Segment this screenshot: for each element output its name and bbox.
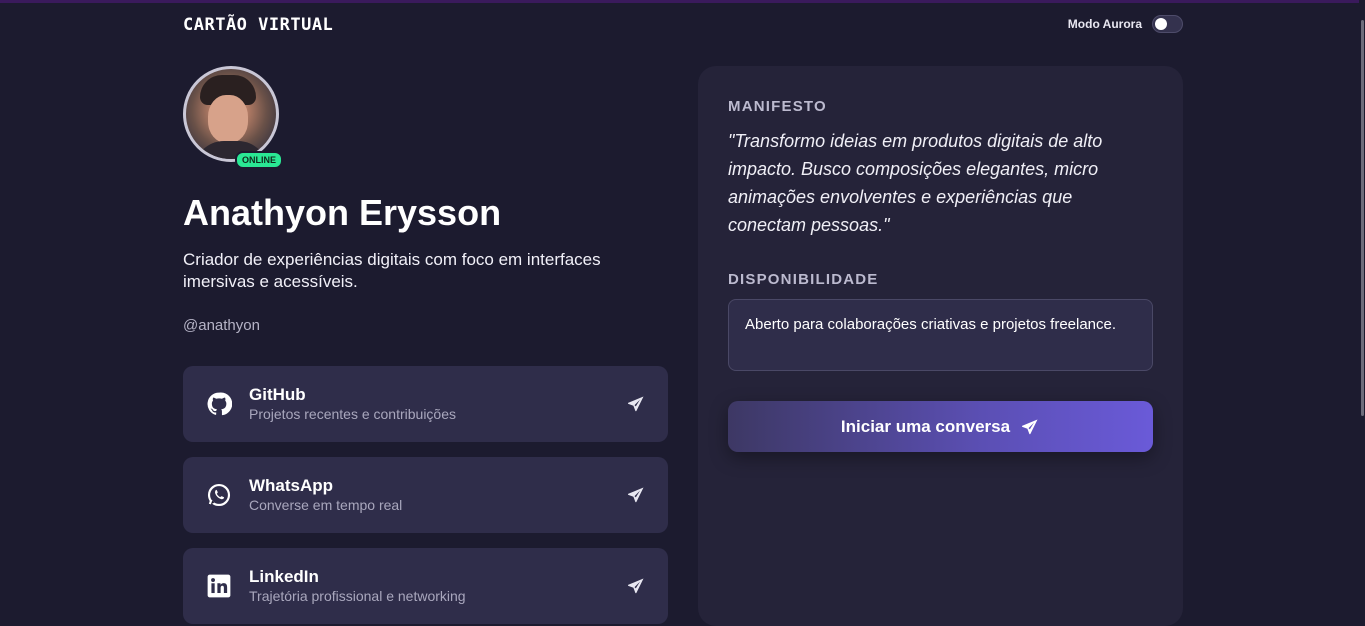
- profile-tagline: Criador de experiências digitais com foc…: [183, 250, 601, 291]
- top-accent-bar: [0, 0, 1365, 3]
- profile-name: Anathyon Erysson: [183, 192, 502, 233]
- avatar-container: ONLINE: [183, 66, 284, 169]
- github-icon: [205, 390, 233, 418]
- link-title: LinkedIn: [249, 567, 319, 586]
- link-card-linkedin[interactable]: LinkedIn Trajetória profissional e netwo…: [183, 548, 668, 624]
- status-badge: ONLINE: [235, 151, 284, 169]
- whatsapp-icon: [205, 481, 233, 509]
- switch-knob: [1155, 18, 1167, 30]
- link-card-github[interactable]: GitHub Projetos recentes e contribuições: [183, 366, 668, 442]
- availability-title: DISPONIBILIDADE: [728, 271, 879, 288]
- mode-switch[interactable]: [1152, 15, 1183, 33]
- send-icon: [627, 578, 644, 594]
- link-card-whatsapp[interactable]: WhatsApp Converse em tempo real: [183, 457, 668, 533]
- page-scrollbar[interactable]: [1359, 0, 1365, 608]
- send-icon: [1022, 419, 1038, 434]
- scrollbar-thumb[interactable]: [1361, 20, 1364, 416]
- send-icon: [627, 487, 644, 503]
- brand-title: CARTÃO VIRTUAL: [183, 15, 334, 35]
- link-subtitle: Projetos recentes e contribuições: [249, 406, 456, 422]
- linkedin-icon: [205, 572, 233, 600]
- profile-handle: @anathyon: [183, 317, 260, 334]
- info-panel: MANIFESTO "Transformo ideias em produtos…: [698, 66, 1183, 626]
- mode-label: Modo Aurora: [1067, 17, 1142, 31]
- send-icon: [627, 396, 644, 412]
- availability-box: Aberto para colaborações criativas e pro…: [728, 299, 1153, 371]
- avatar: [183, 66, 279, 162]
- mode-toggle[interactable]: Modo Aurora: [1068, 15, 1183, 33]
- manifesto-title: MANIFESTO: [728, 98, 827, 115]
- cta-label: Iniciar uma conversa: [840, 416, 1011, 436]
- link-title: WhatsApp: [249, 476, 334, 495]
- link-subtitle: Trajetória profissional e networking: [249, 588, 466, 604]
- start-conversation-button[interactable]: Iniciar uma conversa: [728, 401, 1153, 452]
- link-subtitle: Converse em tempo real: [249, 497, 403, 513]
- manifesto-text: "Transformo ideias em produtos digitais …: [728, 131, 1103, 235]
- link-title: GitHub: [249, 385, 306, 404]
